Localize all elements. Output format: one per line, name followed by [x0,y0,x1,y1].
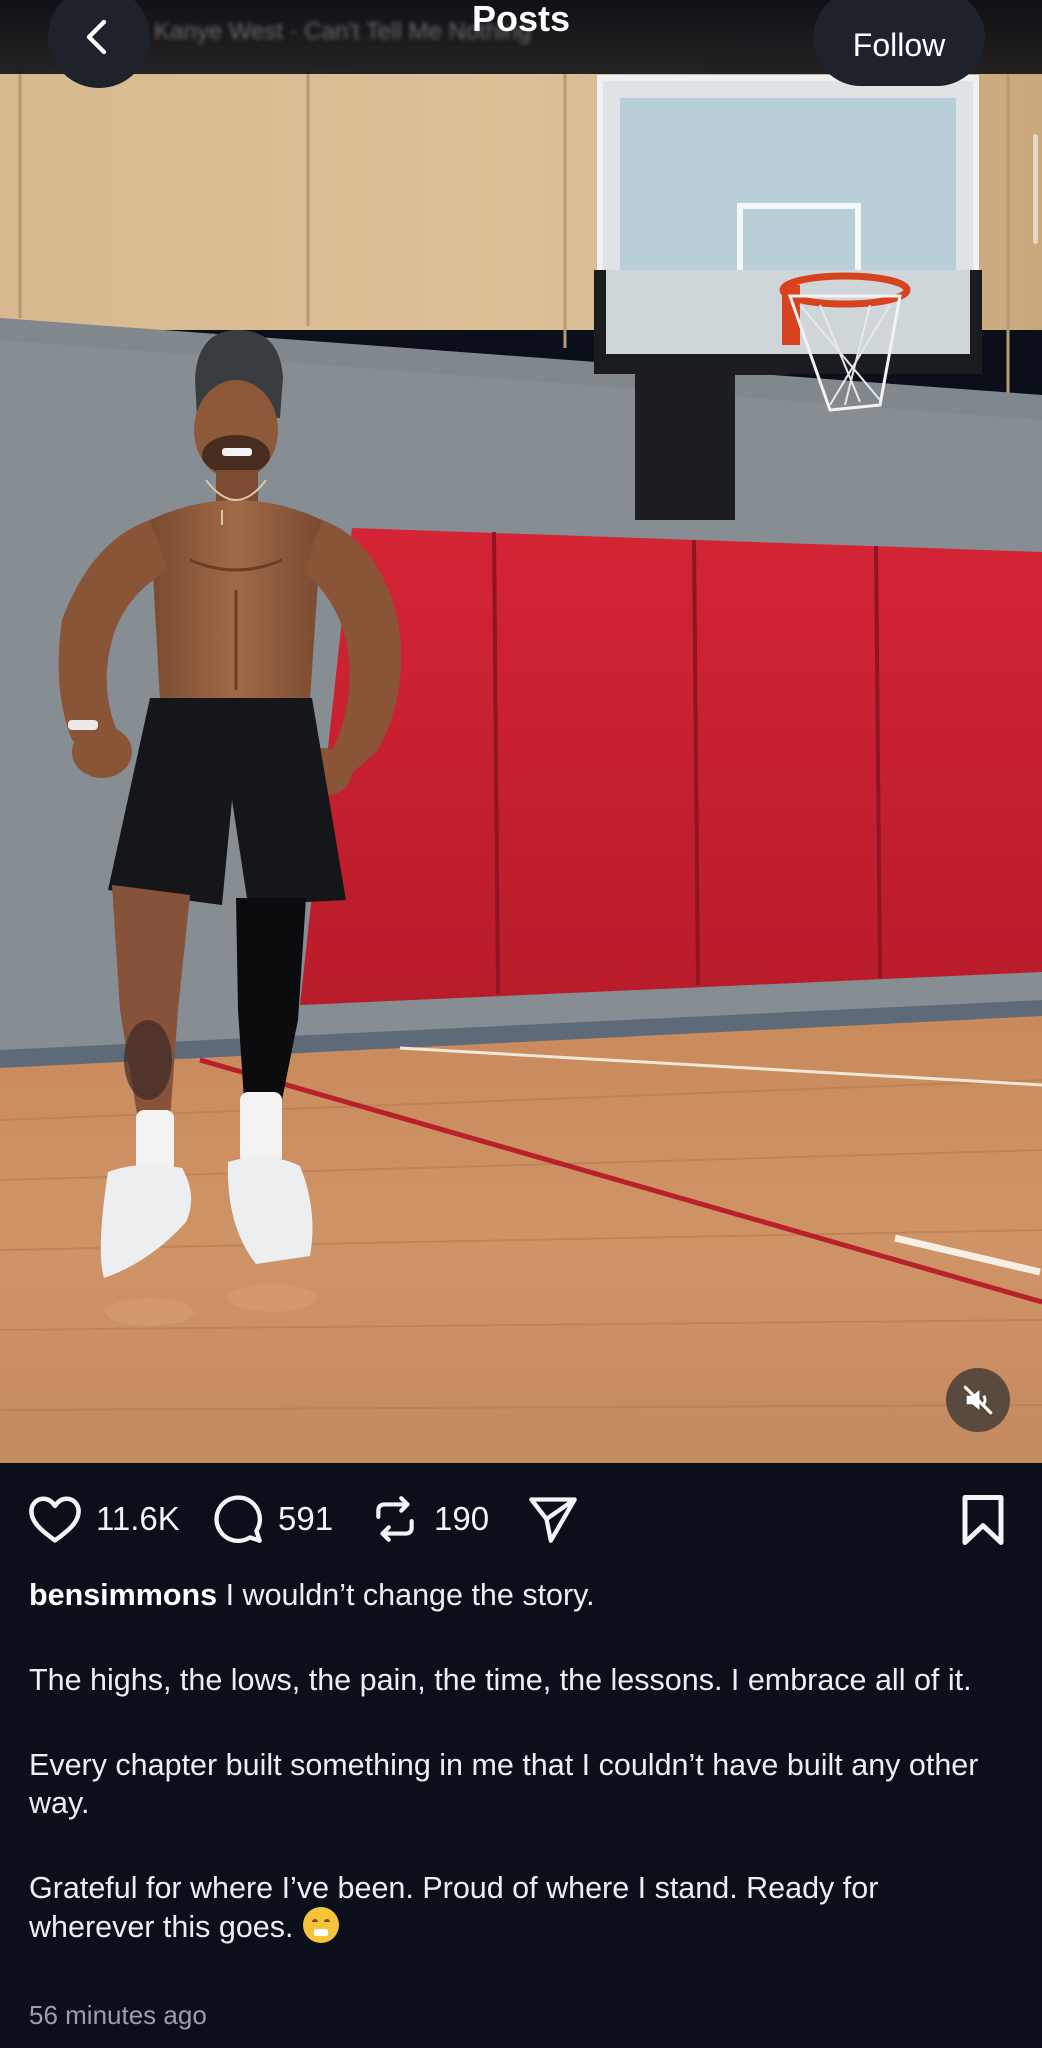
comment-button[interactable]: 591 [212,1491,333,1547]
post-media[interactable] [0,0,1042,1463]
mute-button[interactable] [946,1368,1010,1432]
like-button[interactable]: 11.6K [28,1491,180,1547]
repost-button[interactable]: 190 [370,1491,489,1547]
caption-first-paragraph: bensimmons I wouldn’t change the story. [29,1576,1009,1614]
bookmark-icon [962,1495,1004,1545]
action-bar: 11.6K 591 190 [0,1463,1042,1575]
comment-icon [214,1495,263,1544]
caption-paragraph-3: Every chapter built something in me that… [29,1748,979,1820]
steam-face-emoji-icon [303,1907,340,1943]
top-bar: Kanye West · Can't Tell Me Nothing Posts… [0,0,1042,88]
caption-paragraph-4: Grateful for where I’ve been. Proud of w… [29,1871,879,1944]
repost-icon [376,1496,414,1542]
speaker-muted-icon [963,1385,993,1415]
heart-icon [29,1496,81,1543]
caption-username[interactable]: bensimmons [29,1578,217,1612]
post-photo [0,0,1042,1463]
follow-button[interactable]: Follow [813,0,985,86]
media-scroll-indicator [1033,134,1038,244]
share-button[interactable] [526,1491,580,1547]
comment-count: 591 [278,1500,334,1537]
save-button[interactable] [958,1493,1008,1552]
like-count: 11.6K [96,1500,180,1537]
post-timestamp: 56 minutes ago [29,2000,207,2030]
caption-first-line: I wouldn’t change the story. [217,1578,595,1612]
send-icon [529,1497,577,1543]
post-caption: bensimmons I wouldn’t change the story. … [29,1576,1009,1946]
caption-paragraph-2: The highs, the lows, the pain, the time,… [29,1663,972,1697]
caption-paragraph-4-wrap: Grateful for where I’ve been. Proud of w… [29,1869,1009,1946]
repost-count: 190 [434,1500,490,1537]
